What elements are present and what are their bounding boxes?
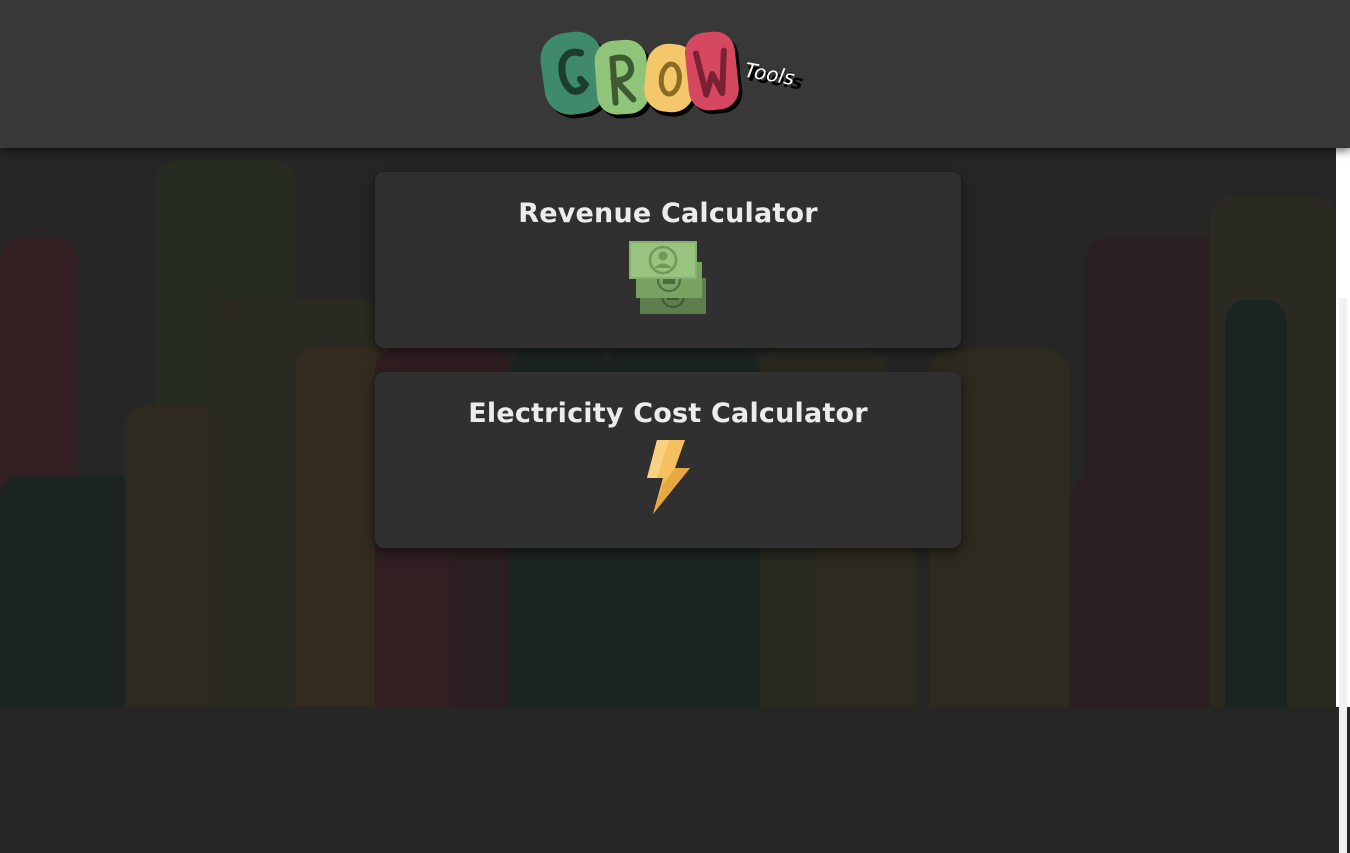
lightning-bolt-icon [647,440,690,514]
app-header: Tools Tools [0,0,1350,148]
vertical-scrollbar[interactable] [1336,148,1350,853]
revenue-calculator-title: Revenue Calculator [518,198,818,229]
money-stack-icon [629,241,706,314]
electricity-cost-calculator-title: Electricity Cost Calculator [468,398,868,429]
revenue-calculator-card[interactable]: Revenue Calculator [375,172,961,348]
grow-tools-logo[interactable]: Tools Tools [540,22,815,130]
electricity-cost-calculator-card[interactable]: Electricity Cost Calculator [375,372,961,548]
scrollbar-thumb[interactable] [1339,298,1347,853]
